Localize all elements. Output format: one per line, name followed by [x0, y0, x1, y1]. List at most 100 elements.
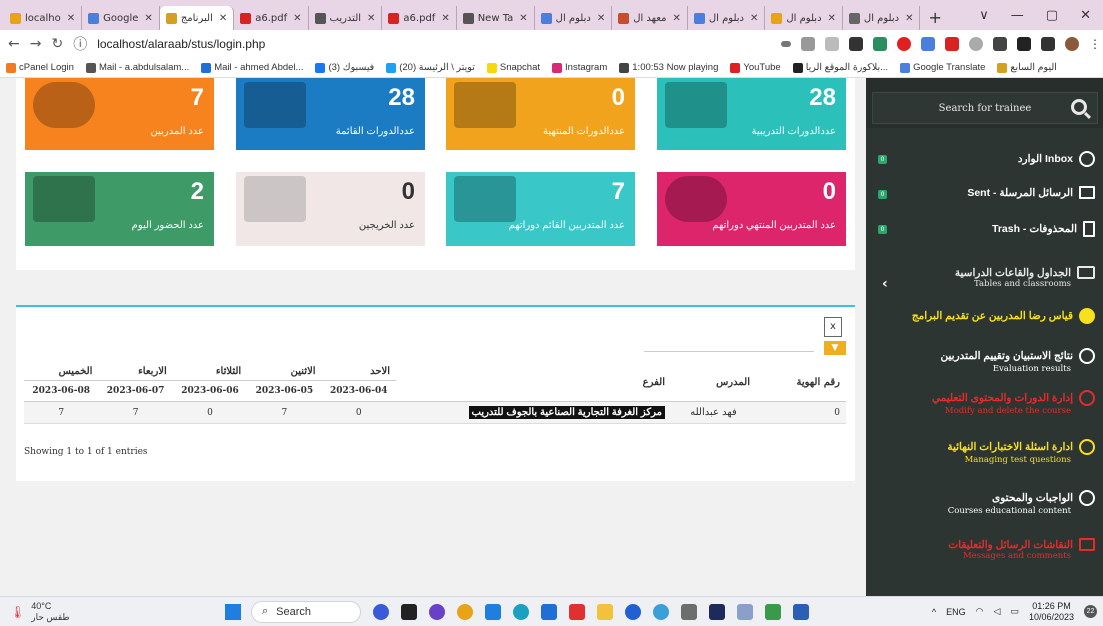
windows-start-icon[interactable] — [225, 603, 241, 620]
sidebar-menu-item[interactable]: نتائج الاستبيان وتقييم المتدربين Evaluati… — [940, 348, 1095, 374]
tab-close-icon[interactable]: ✕ — [67, 13, 75, 24]
app-icon[interactable] — [681, 603, 697, 620]
tab-close-icon[interactable]: ✕ — [597, 13, 605, 24]
tab-close-icon[interactable]: ✕ — [905, 13, 913, 24]
app-icon[interactable] — [569, 603, 585, 620]
app-icon[interactable] — [765, 603, 781, 620]
tab-search-icon[interactable]: ∨ — [979, 8, 989, 23]
url-field[interactable]: localhost/alaraab/stus/login.php — [97, 37, 265, 51]
browser-tab[interactable]: معهد ال ✕ — [612, 6, 688, 30]
puzzle-icon[interactable] — [1017, 37, 1031, 51]
extension-icon[interactable] — [945, 37, 959, 51]
sidebar-menu-item[interactable]: الوارد Inbox — [1018, 151, 1095, 167]
sidebar-menu-item[interactable]: ادارة اسئلة الاختبارات النهائية Managing … — [947, 439, 1095, 465]
edge-icon[interactable] — [513, 603, 529, 620]
volume-icon[interactable]: ◁ — [994, 606, 1001, 617]
bookmark-item[interactable]: Mail - a.abdulsalam... — [85, 62, 189, 73]
trainer-header[interactable]: المدرس — [671, 363, 756, 402]
app-icon[interactable] — [401, 603, 417, 620]
extension-icon[interactable] — [897, 37, 911, 51]
bookmark-item[interactable]: cPanel Login — [6, 62, 74, 73]
table-search-input[interactable] — [644, 351, 814, 352]
tab-close-icon[interactable]: ✕ — [219, 13, 227, 24]
tab-close-icon[interactable]: ✕ — [441, 13, 449, 24]
tab-close-icon[interactable]: ✕ — [750, 13, 758, 24]
stat-card[interactable]: 28 عددالدورات القائمة — [236, 78, 425, 150]
sidebar-menu-item[interactable]: الجداول والقاعات الدراسية Tables and clas… — [955, 266, 1095, 289]
browser-tab[interactable]: a6.pdf ✕ — [382, 6, 457, 30]
notification-badge[interactable]: 22 — [1084, 605, 1097, 618]
bookmark-item[interactable]: YouTube — [730, 62, 781, 73]
new-tab-button[interactable]: + — [920, 8, 949, 27]
stat-card[interactable]: 7 عدد المدربين — [25, 78, 214, 150]
stat-card[interactable]: 0 عددالدورات المنتهية — [446, 78, 635, 150]
chrome-icon[interactable] — [457, 603, 473, 620]
stat-card[interactable]: 2 عدد الحضور اليوم — [25, 172, 214, 246]
bookmark-item[interactable]: اليوم السابع — [997, 62, 1057, 73]
extension-icon[interactable] — [849, 37, 863, 51]
share-icon[interactable] — [801, 37, 815, 51]
search-icon[interactable] — [1071, 99, 1087, 115]
sidebar-menu-item[interactable]: Trash - المحذوفات — [992, 221, 1095, 237]
clock[interactable]: 01:26 PM 10/06/2023 — [1029, 601, 1074, 623]
tab-close-icon[interactable]: ✕ — [828, 13, 836, 24]
day-header[interactable]: الاربعاء — [98, 363, 173, 381]
trainee-search-input[interactable]: Search for trainee — [872, 92, 1098, 124]
browser-tab[interactable]: البرنامج ✕ — [159, 6, 235, 30]
sidebar-menu-item[interactable]: النقاشات الرسائل والتعليقات Messages and … — [948, 538, 1095, 561]
day-header[interactable]: الثلاثاء — [172, 363, 248, 381]
app-icon[interactable] — [541, 603, 557, 620]
wifi-icon[interactable]: ◠ — [976, 606, 984, 617]
key-icon[interactable] — [781, 41, 791, 47]
app-icon[interactable] — [485, 603, 501, 620]
profile-avatar-icon[interactable] — [1065, 37, 1079, 51]
chevron-left-icon[interactable]: ‹ — [882, 276, 888, 292]
sidebar-menu-item[interactable]: الواجبات والمحتوى Courses educational con… — [948, 490, 1095, 516]
site-info-icon[interactable]: ⓘ — [73, 34, 87, 54]
branch-header[interactable]: الفرع — [396, 363, 671, 402]
taskbar-search[interactable]: ⌕ Search — [251, 600, 361, 623]
tab-close-icon[interactable]: ✕ — [293, 13, 301, 24]
day-header[interactable]: الاحد — [321, 363, 396, 381]
app-icon[interactable] — [737, 603, 753, 620]
menu-dots-icon[interactable]: ⋮ — [1089, 37, 1101, 51]
close-window-icon[interactable]: ✕ — [1080, 8, 1091, 23]
browser-tab[interactable]: دبلوم ال ✕ — [535, 6, 613, 30]
photoshop-icon[interactable] — [709, 603, 725, 620]
back-arrow-icon[interactable]: ← — [8, 36, 20, 52]
browser-tab[interactable]: localho ✕ — [4, 6, 83, 30]
bookmark-item[interactable]: 1:00:53 Now playing — [619, 62, 718, 73]
id-header[interactable]: رقم الهوية — [756, 363, 846, 402]
bookmark-item[interactable]: بلاكورة الموقع الريا... — [792, 62, 888, 73]
extension-icon[interactable] — [921, 37, 935, 51]
app-icon[interactable] — [373, 603, 389, 620]
bookmark-item[interactable]: Instagram — [552, 62, 607, 73]
filter-dropdown-button[interactable]: ▼ — [824, 341, 846, 355]
browser-tab[interactable]: Google ✕ — [82, 6, 160, 30]
forward-arrow-icon[interactable]: → — [30, 36, 42, 52]
stat-card[interactable]: 28 عددالدورات التدريبية — [657, 78, 846, 150]
extension-icon[interactable] — [993, 37, 1007, 51]
tab-close-icon[interactable]: ✕ — [144, 13, 152, 24]
chevron-up-icon[interactable]: ^ — [932, 607, 936, 617]
reload-icon[interactable]: ↻ — [51, 36, 63, 52]
extension-icon[interactable] — [873, 37, 887, 51]
sidebar-menu-item[interactable]: إدارة الدورات والمحتوى التعليمي Modify an… — [932, 390, 1095, 416]
app-icon[interactable] — [625, 603, 641, 620]
bookmark-item[interactable]: (3) فيسبوك — [315, 62, 374, 73]
bookmark-star-icon[interactable] — [825, 37, 839, 51]
word-icon[interactable] — [793, 603, 809, 620]
bookmark-item[interactable]: Google Translate — [900, 62, 985, 73]
weather-widget[interactable]: 🌡 40°C طقس حار — [0, 601, 225, 623]
stat-card[interactable]: 0 عدد المتدربين المنتهي دوراتهم — [657, 172, 846, 246]
sidebar-menu-item[interactable]: قياس رضا المدربين عن تقديم البرامج — [912, 308, 1095, 324]
bookmark-item[interactable]: (20) تويتر \ الرئيسة — [386, 62, 475, 73]
tab-close-icon[interactable]: ✕ — [367, 13, 375, 24]
browser-tab[interactable]: دبلوم ال ✕ — [688, 6, 766, 30]
browser-tab[interactable]: New Ta ✕ — [457, 6, 535, 30]
file-explorer-icon[interactable] — [597, 603, 613, 620]
maximize-icon[interactable]: ▢ — [1046, 8, 1058, 23]
excel-export-button[interactable]: x — [824, 317, 842, 337]
tab-close-icon[interactable]: ✕ — [672, 13, 680, 24]
day-header[interactable]: الخميس — [24, 363, 99, 381]
